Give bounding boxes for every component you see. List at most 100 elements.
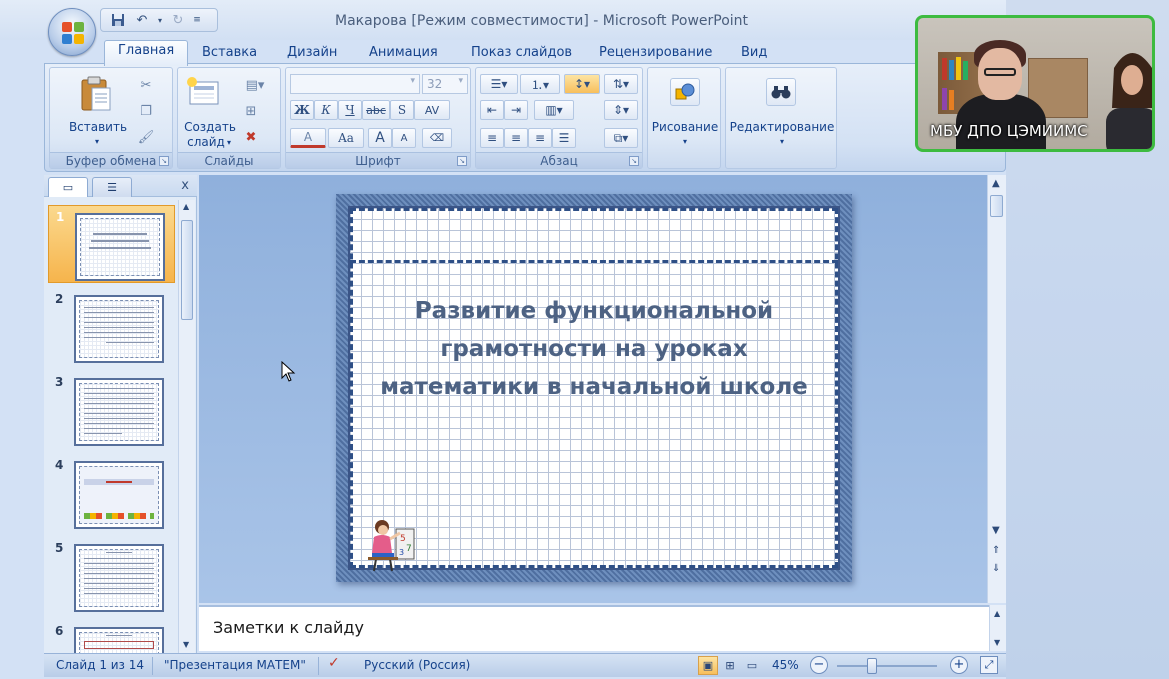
shadow-button[interactable]: S — [390, 100, 414, 120]
paragraph-launcher-icon[interactable]: ↘ — [629, 156, 639, 166]
teacher-clipart-icon[interactable]: 5 7 3 — [362, 513, 418, 573]
font-color-button[interactable]: A — [290, 128, 326, 148]
tab-slideshow[interactable]: Показ слайдов — [471, 43, 572, 65]
slide-scroll-thumb[interactable] — [990, 195, 1003, 217]
delete-slide-icon[interactable]: ✖ — [240, 128, 262, 146]
panel-close-icon[interactable]: x — [181, 178, 189, 193]
bold-button[interactable]: Ж — [290, 100, 314, 120]
format-painter-icon[interactable]: 🖌 — [136, 128, 156, 146]
grow-font-button[interactable]: A — [368, 128, 392, 148]
align-text-icon[interactable]: ⇕▾ — [604, 100, 638, 120]
slide-thumbnail-1[interactable]: 1 — [48, 205, 175, 283]
italic-button[interactable]: К — [314, 100, 338, 120]
scroll-down-icon[interactable]: ▼ — [183, 640, 189, 649]
change-case-button[interactable]: Aa — [328, 128, 364, 148]
editing-button[interactable]: Редактирование — [726, 120, 838, 135]
customize-qat-icon[interactable]: ≡ — [193, 12, 201, 28]
tab-design[interactable]: Дизайн — [287, 43, 337, 65]
tab-animation[interactable]: Анимация — [369, 43, 438, 65]
previous-slide-icon[interactable]: ⇑ — [992, 545, 1000, 556]
justify-icon[interactable]: ☰ — [552, 128, 576, 148]
char-spacing-button[interactable]: AV — [414, 100, 450, 120]
normal-view-icon[interactable]: ▣ — [698, 656, 718, 675]
numbering-icon[interactable]: ⒈▾ — [520, 74, 560, 94]
line-spacing-icon[interactable]: ↕▾ — [564, 74, 600, 94]
tab-review[interactable]: Рецензирование — [599, 43, 712, 65]
tab-insert[interactable]: Вставка — [202, 43, 257, 65]
font-size-dropdown-icon[interactable]: ▾ — [458, 76, 463, 86]
tab-view[interactable]: Вид — [741, 43, 767, 65]
font-launcher-icon[interactable]: ↘ — [457, 156, 467, 166]
paste-dropdown-icon[interactable]: ▾ — [92, 134, 102, 149]
editing-dropdown-icon[interactable]: ▾ — [777, 134, 787, 149]
next-slide-icon[interactable]: ⇓ — [992, 563, 1000, 574]
columns-icon[interactable]: ▥▾ — [534, 100, 574, 120]
zoom-out-icon[interactable]: − — [810, 656, 828, 674]
scroll-up-icon[interactable]: ▲ — [992, 178, 1000, 189]
slide-thumbnail-5[interactable]: 5 — [48, 537, 175, 615]
bullets-icon[interactable]: ☰▾ — [480, 74, 518, 94]
tab-home[interactable]: Главная — [104, 40, 189, 66]
notes-pane[interactable]: Заметки к слайду — [199, 605, 989, 651]
zoom-in-icon[interactable]: + — [950, 656, 968, 674]
layout-icon[interactable]: ▤▾ — [240, 76, 270, 94]
copy-icon[interactable]: ❐ — [136, 102, 156, 120]
language[interactable]: Русский (Россия) — [364, 658, 470, 672]
new-slide-icon[interactable] — [186, 76, 220, 111]
theme-name[interactable]: "Презентация МАТЕМ" — [164, 658, 306, 672]
zoom-slider-thumb[interactable] — [867, 658, 877, 674]
strikethrough-button[interactable]: abc — [362, 100, 390, 120]
align-center-icon[interactable]: ≡ — [504, 128, 528, 148]
undo-icon[interactable]: ↶ — [133, 12, 151, 28]
scroll-down-icon[interactable]: ▼ — [992, 525, 1000, 536]
zoom-slider[interactable] — [837, 665, 937, 667]
redo-icon[interactable]: ↻ — [169, 12, 187, 28]
align-left-icon[interactable]: ≡ — [480, 128, 504, 148]
slide-thumbnail-4[interactable]: 4 — [48, 454, 175, 532]
new-slide-button-line1[interactable]: Создать — [180, 120, 240, 135]
office-button[interactable] — [48, 8, 96, 56]
paste-icon[interactable] — [80, 76, 112, 115]
font-size-combo[interactable]: 32 ▾ — [422, 74, 468, 94]
clear-formatting-icon[interactable]: ⌫ — [422, 128, 452, 148]
underline-button[interactable]: Ч — [338, 100, 362, 120]
font-name-combo[interactable]: ▾ — [290, 74, 420, 94]
slide-thumbnail-2[interactable]: 2 — [48, 288, 175, 366]
slide-title[interactable]: Развитие функциональной грамотности на у… — [370, 292, 818, 406]
decrease-indent-icon[interactable]: ⇤ — [480, 100, 504, 120]
slide-scrollbar[interactable]: ▲ ▼ ⇑ ⇓ — [987, 175, 1006, 603]
binoculars-icon[interactable] — [766, 78, 796, 106]
zoom-level[interactable]: 45% — [772, 658, 799, 672]
align-right-icon[interactable]: ≡ — [528, 128, 552, 148]
slides-panel-scroll-thumb[interactable] — [181, 220, 193, 320]
reset-slide-icon[interactable]: ⊞ — [240, 102, 262, 120]
slides-panel-scrollbar[interactable]: ▲ ▼ — [178, 200, 195, 653]
scroll-up-icon[interactable]: ▲ — [994, 609, 1000, 618]
slides-tab-icon[interactable]: ▭ — [48, 177, 88, 197]
notes-scrollbar[interactable]: ▲ ▼ — [989, 605, 1006, 651]
slideshow-view-icon[interactable]: ▭ — [742, 656, 762, 675]
drawing-dropdown-icon[interactable]: ▾ — [680, 134, 690, 149]
spellcheck-icon[interactable]: ✓ — [328, 655, 340, 671]
cut-icon[interactable]: ✂ — [136, 76, 156, 94]
increase-indent-icon[interactable]: ⇥ — [504, 100, 528, 120]
shapes-icon[interactable] — [670, 78, 700, 106]
slide-sorter-view-icon[interactable]: ⊞ — [720, 656, 740, 675]
clipboard-launcher-icon[interactable]: ↘ — [159, 156, 169, 166]
new-slide-dropdown-icon[interactable]: ▾ — [224, 135, 234, 150]
save-icon[interactable] — [109, 12, 127, 28]
shrink-font-button[interactable]: A — [392, 128, 416, 148]
outline-tab-icon[interactable]: ☰ — [92, 177, 132, 197]
scroll-up-icon[interactable]: ▲ — [183, 202, 189, 211]
slide-thumbnail-6[interactable]: 6 — [48, 620, 175, 653]
drawing-button[interactable]: Рисование — [648, 120, 722, 135]
smartart-icon[interactable]: ⧉▾ — [604, 128, 638, 148]
slide-thumbnail-3[interactable]: 3 — [48, 371, 175, 449]
text-direction-icon[interactable]: ⇅▾ — [604, 74, 638, 94]
slide-canvas[interactable]: Развитие функциональной грамотности на у… — [336, 194, 852, 582]
scroll-down-icon[interactable]: ▼ — [994, 638, 1000, 647]
font-name-dropdown-icon[interactable]: ▾ — [410, 76, 415, 86]
paste-button[interactable]: Вставить — [68, 120, 128, 135]
fit-to-window-icon[interactable]: ⤢ — [980, 656, 998, 674]
undo-dropdown-icon[interactable]: ▾ — [157, 12, 163, 28]
